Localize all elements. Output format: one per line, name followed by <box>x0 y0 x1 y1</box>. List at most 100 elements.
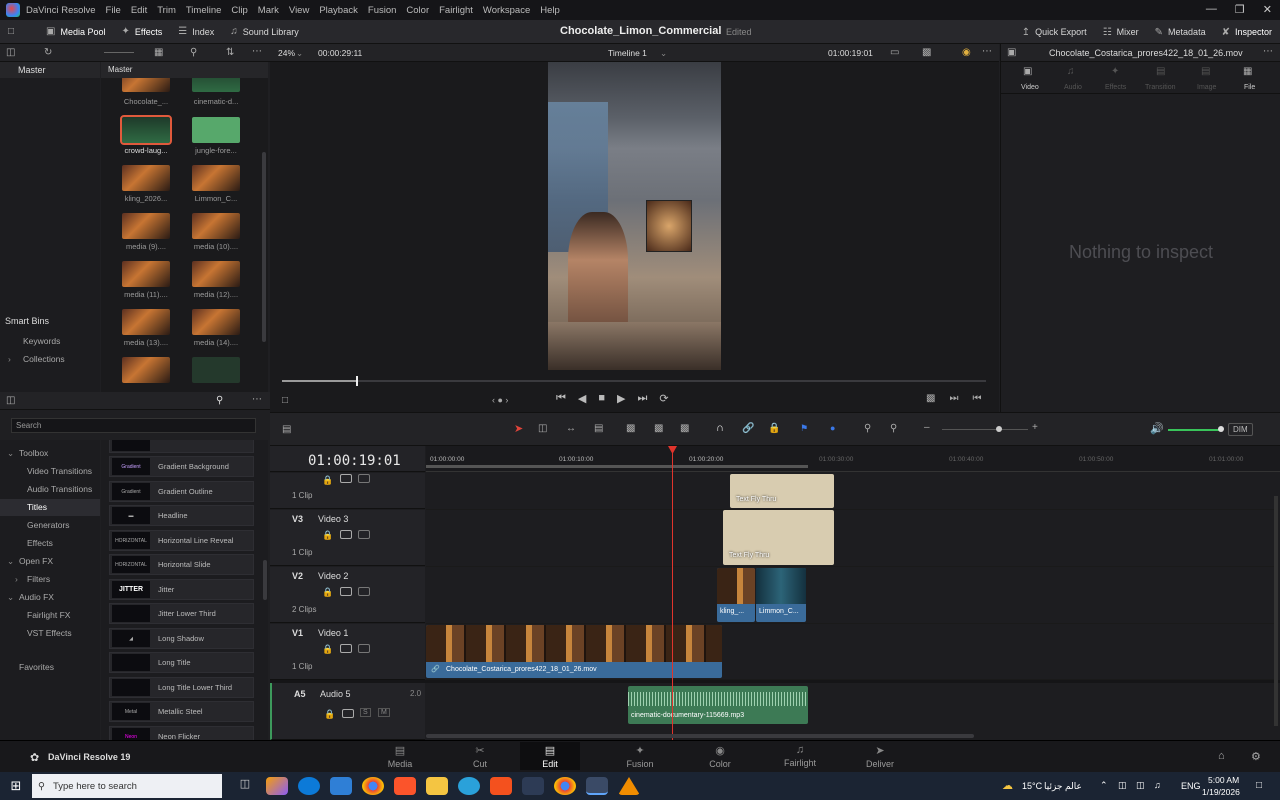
inspector-button[interactable]: ✘ Inspector <box>1214 20 1280 44</box>
track-header-v4[interactable]: 🔒 1 Clip <box>270 473 425 509</box>
search-icon[interactable]: ⚲ <box>190 47 197 58</box>
menu-workspace[interactable]: Workspace <box>483 5 530 16</box>
zoom-full-icon[interactable]: ⚲ <box>864 423 871 434</box>
video-clip[interactable]: Limmon_C... <box>756 568 806 622</box>
tab-audio[interactable]: Audio <box>1064 84 1082 91</box>
timeline-ruler[interactable]: 01:00:00:00 01:00:10:00 01:00:20:00 01:0… <box>426 446 1280 472</box>
track-monitor-icon[interactable] <box>358 530 370 539</box>
image-tab-icon[interactable]: ▤ <box>1201 66 1210 77</box>
grid-view-icon[interactable]: ▦ <box>154 47 163 58</box>
thumb-size-slider[interactable] <box>104 52 134 53</box>
replace-clip-icon[interactable]: ▩ <box>680 423 689 434</box>
jog-icon[interactable]: ‹ ● › <box>492 395 508 405</box>
page-fairlight[interactable]: ♫ Fairlight <box>770 744 830 768</box>
volume-slider[interactable] <box>1168 429 1220 431</box>
page-cut[interactable]: ✂ Cut <box>450 744 510 769</box>
sidebar-toggle-icon[interactable]: ◫ <box>6 47 15 58</box>
prev-edit-icon[interactable]: ⏮ <box>972 393 981 404</box>
menu-file[interactable]: File <box>106 5 121 16</box>
clip-view-icon[interactable]: ▩ <box>922 47 931 58</box>
file-tab-icon[interactable]: ▦ <box>1243 66 1252 77</box>
timeline-h-scrollbar[interactable] <box>426 734 974 738</box>
tree-generators[interactable]: Generators <box>27 520 70 530</box>
video-frame[interactable] <box>548 62 721 370</box>
media-thumb[interactable] <box>192 213 240 239</box>
tab-video[interactable]: Video <box>1021 84 1039 91</box>
media-pool-button[interactable]: ▣ Media Pool <box>38 20 113 44</box>
chevron-down-icon[interactable]: ⌄ <box>7 556 14 567</box>
lock-icon[interactable]: 🔒 <box>322 644 333 655</box>
chrome-profile-icon[interactable] <box>554 777 576 795</box>
effects-tab-icon[interactable]: ✦ <box>1111 66 1119 77</box>
language-indicator[interactable]: ENG <box>1181 781 1201 791</box>
media-thumb[interactable] <box>122 309 170 335</box>
tree-effects[interactable]: Effects <box>27 538 53 548</box>
menu-timeline[interactable]: Timeline <box>186 5 222 16</box>
media-thumb[interactable] <box>192 117 240 143</box>
track-monitor-icon[interactable] <box>358 644 370 653</box>
match-frame-icon[interactable]: ▩ <box>926 393 935 404</box>
tree-video-transitions[interactable]: Video Transitions <box>27 466 92 476</box>
effect-item[interactable] <box>109 440 254 453</box>
panel-toggle-icon[interactable]: ◫ <box>6 395 15 406</box>
chevron-right-icon[interactable]: › <box>8 354 11 364</box>
media-thumb[interactable] <box>122 165 170 191</box>
effect-item[interactable]: Long Title Lower Third <box>109 677 254 698</box>
next-edit-icon[interactable]: ⏭ <box>949 393 958 404</box>
effects-search-input[interactable]: Search <box>11 418 256 433</box>
index-button[interactable]: ☰ Index <box>170 20 222 44</box>
file-explorer-icon[interactable] <box>426 777 448 795</box>
tray-chevron-icon[interactable]: ⌃ <box>1100 780 1108 791</box>
effect-item[interactable]: ▬ Headline <box>109 505 254 526</box>
effect-item[interactable]: ◢ Long Shadow <box>109 628 254 649</box>
page-media[interactable]: ▤ Media <box>370 744 430 769</box>
loop-icon[interactable]: ⟳ <box>659 392 668 405</box>
effect-item[interactable]: Gradient Gradient Outline <box>109 481 254 502</box>
notification-icon[interactable]: □ <box>1256 780 1262 791</box>
lock-icon[interactable]: 🔒 <box>322 587 333 598</box>
chevron-down-icon[interactable]: ⌄ <box>296 48 303 59</box>
quick-export-button[interactable]: ↥ Quick Export <box>1014 20 1095 44</box>
davinci-taskbar-icon[interactable] <box>586 777 608 795</box>
color-picker-icon[interactable]: ◉ <box>962 47 971 58</box>
effect-item[interactable]: Metal Metallic Steel <box>109 701 254 722</box>
selection-tool-icon[interactable]: ➤ <box>514 422 523 435</box>
media-thumb[interactable] <box>122 357 170 383</box>
weather-temp[interactable]: 15°C <box>1022 781 1042 791</box>
track-header-v3[interactable]: V3 Video 3 🔒 1 Clip <box>270 510 425 566</box>
tree-favorites[interactable]: Favorites <box>19 662 54 672</box>
chevron-right-icon[interactable]: › <box>15 574 18 584</box>
mixer-button[interactable]: ☷ Mixer <box>1095 20 1147 44</box>
page-edit-active[interactable]: ▤ Edit <box>520 742 580 770</box>
title-clip[interactable]: Text Fly Thru <box>730 474 834 508</box>
page-deliver[interactable]: ➤ Deliver <box>850 744 910 769</box>
effect-item[interactable]: HORIZONTAL Horizontal Slide <box>109 554 254 575</box>
video-audio-divider[interactable] <box>270 680 1280 683</box>
reverse-play-icon[interactable]: ◀ <box>578 392 586 405</box>
track-enable-icon[interactable] <box>340 474 352 483</box>
audio-tab-icon[interactable]: ♫ <box>1067 66 1075 77</box>
media-thumb[interactable] <box>192 261 240 287</box>
track-header-v1[interactable]: V1 Video 1 🔒 1 Clip <box>270 624 425 680</box>
monitor-icon[interactable]: □ <box>0 20 38 44</box>
media-thumb[interactable] <box>192 78 240 92</box>
effect-item[interactable]: Gradient Gradient Background <box>109 456 254 477</box>
zoom-in-icon[interactable]: + <box>1032 422 1038 433</box>
position-lock-icon[interactable]: 🔒 <box>768 423 780 434</box>
menu-mark[interactable]: Mark <box>258 5 279 16</box>
media-thumb[interactable] <box>192 165 240 191</box>
chrome-icon[interactable] <box>362 777 384 795</box>
speaker-icon[interactable]: ♫ <box>1154 780 1161 790</box>
timeline-name[interactable]: Timeline 1 <box>608 48 647 58</box>
task-view-icon[interactable]: ◫ <box>234 777 256 795</box>
bin-master[interactable]: Master <box>0 62 100 78</box>
audio-clip[interactable]: cinematic-documentary-115669.mp3 <box>628 686 808 724</box>
flag-icon[interactable]: ⚑ <box>800 423 808 434</box>
timeline-playhead[interactable] <box>672 446 673 740</box>
media-thumb[interactable] <box>122 78 170 92</box>
edge-icon[interactable] <box>298 777 320 795</box>
transition-tab-icon[interactable]: ▤ <box>1156 66 1165 77</box>
page-fusion[interactable]: ✦ Fusion <box>610 744 670 769</box>
track-enable-icon[interactable] <box>342 709 354 718</box>
solo-button[interactable]: S <box>360 708 371 717</box>
